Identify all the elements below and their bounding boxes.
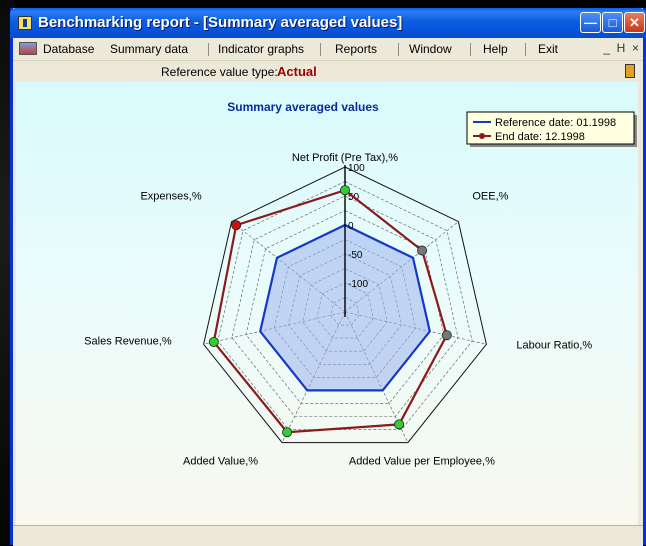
- menu-help[interactable]: Help: [483, 42, 508, 56]
- chart-area: 100 50 0 -50 -100 Net Profit (Pre Tax),% OEE,%…: [16, 82, 638, 526]
- close-button[interactable]: ✕: [624, 12, 645, 33]
- series-end-point: [208, 336, 219, 347]
- maximize-button[interactable]: □: [602, 12, 623, 33]
- menu-bar: Database Summary data Indicator graphs R…: [13, 38, 643, 60]
- axis-label: Net Profit (Pre Tax),%: [292, 152, 398, 164]
- app-icon[interactable]: [18, 16, 32, 30]
- series-end-point: [339, 185, 350, 196]
- database-icon[interactable]: [19, 42, 37, 55]
- minimize-button[interactable]: —: [580, 12, 601, 33]
- axis-label: Added Value,%: [183, 456, 258, 468]
- status-bar: [13, 525, 643, 546]
- axis-label: OEE,%: [472, 191, 508, 203]
- legend-label-end: End date: 12.1998: [495, 131, 585, 143]
- axis-label: Labour Ratio,%: [516, 339, 592, 351]
- series-end-point: [282, 427, 293, 438]
- menu-indicator-graphs[interactable]: Indicator graphs: [218, 42, 304, 56]
- series-end-point: [231, 220, 242, 231]
- window-title: Benchmarking report - [Summary averaged …: [38, 14, 403, 31]
- menu-exit[interactable]: Exit: [538, 42, 558, 56]
- menu-window[interactable]: Window: [409, 42, 452, 56]
- tick-label: 0: [348, 221, 354, 232]
- series-end-point: [441, 330, 452, 341]
- reference-type-value[interactable]: Actual: [277, 64, 317, 79]
- reference-bar: Reference value type: Actual: [13, 60, 643, 82]
- series-end-point: [394, 419, 405, 430]
- menu-separator: [470, 43, 471, 56]
- chart-title: Summary averaged values: [227, 100, 379, 114]
- application-window: Benchmarking report - [Summary averaged …: [10, 8, 646, 546]
- menu-summary-data[interactable]: Summary data: [110, 42, 188, 56]
- reference-type-label: Reference value type:: [161, 65, 278, 79]
- series-end-point: [417, 245, 428, 256]
- axis-label: Added Value per Employee,%: [349, 456, 495, 468]
- title-bar[interactable]: Benchmarking report - [Summary averaged …: [10, 8, 646, 38]
- menu-separator: [525, 43, 526, 56]
- menu-separator: [208, 43, 209, 56]
- legend-marker-end: [479, 133, 485, 139]
- tick-label: -100: [348, 279, 368, 290]
- tick-label: -50: [348, 250, 363, 261]
- mdi-controls[interactable]: _ Η ×: [603, 41, 639, 55]
- menu-separator: [320, 43, 321, 56]
- radar-chart: 100500-50-100Net Profit (Pre Tax),%OEE,%…: [84, 100, 637, 468]
- menu-database[interactable]: Database: [43, 42, 94, 56]
- menu-separator: [398, 43, 399, 56]
- tick-label: 100: [348, 163, 365, 174]
- legend-label-reference: Reference date: 01.1998: [495, 117, 616, 129]
- exit-door-icon[interactable]: [625, 64, 635, 78]
- menu-reports[interactable]: Reports: [335, 42, 377, 56]
- axis-label: Sales Revenue,%: [84, 335, 172, 347]
- axis-label: Expenses,%: [140, 191, 201, 203]
